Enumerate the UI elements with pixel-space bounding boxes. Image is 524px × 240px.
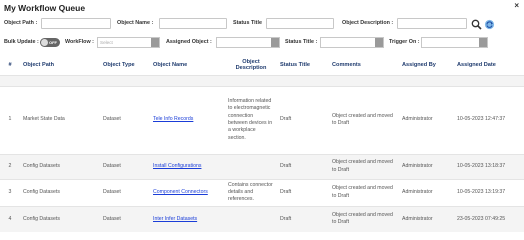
- table-row[interactable]: 1 Market State Data Dataset Tele Info Re…: [0, 85, 524, 154]
- cell-assigned-date: 10-05-2023 13:18:37: [454, 153, 524, 179]
- cell-status-title: Draft: [277, 153, 329, 179]
- row-number: 3: [0, 178, 20, 206]
- object-description-input[interactable]: [397, 18, 467, 29]
- header-status-title[interactable]: Status Title: [277, 55, 329, 75]
- table-header-row: # Object Path Object Type Object Name Ob…: [0, 55, 524, 75]
- cell-assigned-by: Administrator: [399, 205, 454, 232]
- table-row[interactable]: 4 Config Datasets Dataset Inter Infer Da…: [0, 205, 524, 232]
- cell-assigned-date: 23-05-2023 07:49:25: [454, 205, 524, 232]
- object-path-input[interactable]: [41, 18, 111, 29]
- status-title-label: Status Title: [233, 20, 262, 26]
- filter-row-1: Object Path : Object Name : Status Title…: [0, 17, 524, 30]
- assigned-object-select[interactable]: [216, 37, 280, 48]
- dropdown-arrow-icon: [151, 38, 159, 47]
- trigger-on-select[interactable]: [421, 37, 488, 48]
- cell-object-type: Dataset: [100, 153, 150, 179]
- cell-object-path: Market State Data: [20, 85, 100, 154]
- cell-assigned-date: 10-05-2023 13:19:37: [454, 178, 524, 206]
- workflow-select[interactable]: Select: [97, 37, 160, 48]
- header-comments[interactable]: Comments: [329, 55, 399, 75]
- close-icon[interactable]: ×: [514, 1, 519, 10]
- workflow-queue-table: # Object Path Object Type Object Name Ob…: [0, 55, 524, 232]
- header-assigned-date[interactable]: Assigned Date: [454, 55, 524, 75]
- row-number: 1: [0, 85, 20, 154]
- header-number[interactable]: #: [0, 55, 20, 75]
- cell-object-description: [225, 205, 277, 232]
- cell-comments: Object created and moved to Draft: [329, 85, 399, 154]
- cell-status-title: Draft: [277, 205, 329, 232]
- object-name-input[interactable]: [159, 18, 227, 29]
- object-name-link[interactable]: Install Configurations: [153, 163, 201, 169]
- table-row[interactable]: 2 Config Datasets Dataset Install Config…: [0, 153, 524, 179]
- object-name-label: Object Name :: [117, 20, 154, 26]
- cell-comments: Object created and moved to Draft: [329, 178, 399, 206]
- header-assigned-by[interactable]: Assigned By: [399, 55, 454, 75]
- cell-comments: Object created and moved to Draft: [329, 153, 399, 179]
- cell-object-description: Contains connector details and reference…: [225, 178, 277, 206]
- header-object-description[interactable]: Object Description: [225, 55, 277, 75]
- status-title-filter-label: Status Title :: [285, 39, 318, 45]
- table-filter-row: [0, 74, 524, 86]
- dropdown-arrow-icon: [271, 38, 279, 47]
- trigger-on-label: Trigger On :: [389, 39, 420, 45]
- cell-object-description: Information related to electromagnetic c…: [225, 85, 277, 154]
- cell-object-type: Dataset: [100, 85, 150, 154]
- cell-object-type: Dataset: [100, 178, 150, 206]
- cell-object-path: Config Datasets: [20, 178, 100, 206]
- cell-assigned-date: 10-05-2023 12:47:37: [454, 85, 524, 154]
- cell-status-title: Draft: [277, 178, 329, 206]
- status-title-input[interactable]: [266, 18, 334, 29]
- cell-object-path: Config Datasets: [20, 205, 100, 232]
- cell-object-name: Inter Infer Datasets: [150, 205, 225, 232]
- header-object-path[interactable]: Object Path: [20, 55, 100, 75]
- header-object-type[interactable]: Object Type: [100, 55, 150, 75]
- cell-assigned-by: Administrator: [399, 85, 454, 154]
- cell-object-type: Dataset: [100, 205, 150, 232]
- row-number: 2: [0, 153, 20, 179]
- search-icon[interactable]: [471, 17, 482, 30]
- object-description-label: Object Description :: [342, 20, 394, 26]
- cell-object-name: Tele Info Records: [150, 85, 225, 154]
- object-name-link[interactable]: Component Connectors: [153, 189, 208, 195]
- cell-object-name: Component Connectors: [150, 178, 225, 206]
- cell-object-name: Install Configurations: [150, 153, 225, 179]
- cell-comments: Object created and moved to Draft: [329, 205, 399, 232]
- bulk-update-toggle[interactable]: OFF: [40, 38, 60, 47]
- cell-object-description: [225, 153, 277, 179]
- workflow-select-value: Select: [100, 40, 113, 45]
- cell-assigned-by: Administrator: [399, 153, 454, 179]
- cell-assigned-by: Administrator: [399, 178, 454, 206]
- object-name-link[interactable]: Tele Info Records: [153, 116, 193, 122]
- header-object-name[interactable]: Object Name: [150, 55, 225, 75]
- toggle-state-label: OFF: [49, 40, 57, 45]
- refresh-icon[interactable]: [484, 17, 495, 30]
- status-title-select[interactable]: [320, 37, 384, 48]
- cell-status-title: Draft: [277, 85, 329, 154]
- dropdown-arrow-icon: [375, 38, 383, 47]
- assigned-object-label: Assigned Object :: [166, 39, 212, 45]
- filter-row-2: Bulk Update : OFF WorkFlow : Select Assi…: [0, 36, 524, 49]
- object-name-link[interactable]: Inter Infer Datasets: [153, 216, 197, 222]
- row-number: 4: [0, 205, 20, 232]
- table-row[interactable]: 3 Config Datasets Dataset Component Conn…: [0, 178, 524, 206]
- bulk-update-label: Bulk Update :: [4, 39, 39, 45]
- page-title: My Workflow Queue: [4, 3, 86, 13]
- cell-object-path: Config Datasets: [20, 153, 100, 179]
- dropdown-arrow-icon: [479, 38, 487, 47]
- workflow-label: WorkFlow :: [65, 39, 94, 45]
- object-path-label: Object Path :: [4, 20, 38, 26]
